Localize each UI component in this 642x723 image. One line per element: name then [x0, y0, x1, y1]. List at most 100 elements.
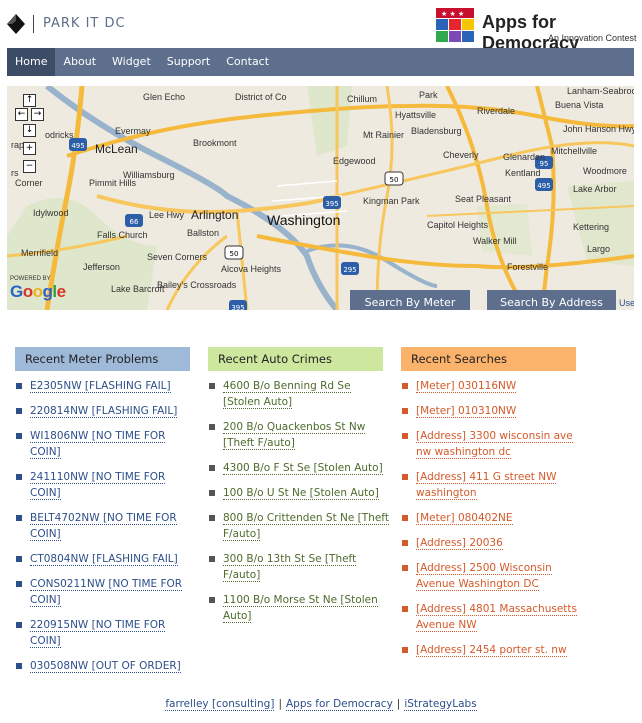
- map-label: Bailey's Crossroads: [157, 280, 237, 290]
- map-label: Washington: [267, 212, 341, 228]
- recent-auto-crimes-header: Recent Auto Crimes: [208, 347, 383, 371]
- footer-separator: |: [278, 698, 282, 710]
- nav-contact[interactable]: Contact: [218, 48, 277, 76]
- nav-widget[interactable]: Widget: [104, 48, 159, 76]
- list-item[interactable]: 200 B/o Quackenbos St Nw [Theft F/auto]: [209, 419, 389, 451]
- list-item[interactable]: [Address] 411 G street NW washington: [402, 469, 577, 501]
- map-label[interactable]: Use: [619, 298, 634, 308]
- map-label: odricks: [45, 130, 74, 140]
- map-label: Alcova Heights: [221, 264, 282, 274]
- shield-495-west: 495: [71, 142, 84, 150]
- site-title[interactable]: PARK IT DC: [43, 16, 126, 31]
- map-label: Cheverly: [443, 150, 479, 160]
- search-by-meter-button[interactable]: Search By Meter: [350, 290, 470, 310]
- pan-up-icon[interactable]: ↑: [23, 94, 36, 107]
- map-label: Kentland: [505, 168, 541, 178]
- list-item[interactable]: [Address] 2454 porter st. nw: [402, 642, 577, 658]
- list-item[interactable]: CONS0211NW [NO TIME FOR COIN]: [16, 576, 196, 608]
- map-label: Riverdale: [477, 106, 516, 116]
- list-item[interactable]: 800 B/o Crittenden St Ne [Theft F/auto]: [209, 510, 389, 542]
- list-item[interactable]: 1100 B/o Morse St Ne [Stolen Auto]: [209, 592, 389, 624]
- main-nav: Home About Widget Support Contact: [7, 48, 634, 76]
- map-label: Mt Rainier: [363, 130, 405, 140]
- map-label: Lee Hwy: [149, 210, 185, 220]
- list-item[interactable]: BELT4702NW [NO TIME FOR COIN]: [16, 510, 196, 542]
- map-label: Glen Echo: [143, 92, 186, 102]
- meter-problems-list: E2305NW [FLASHING FAIL] 220814NW [FLASHI…: [16, 378, 196, 683]
- apps-for-democracy-flag-icon: ★ ★ ★: [436, 8, 474, 42]
- list-item[interactable]: 4300 B/o F St Se [Stolen Auto]: [209, 460, 389, 476]
- list-item[interactable]: 220915NW [NO TIME FOR COIN]: [16, 617, 196, 649]
- svg-text:66: 66: [130, 218, 139, 226]
- sponsor-subtitle: An Innovation Contest: [548, 33, 637, 43]
- svg-text:395: 395: [231, 304, 244, 310]
- map-label: Park: [419, 90, 438, 100]
- map-label: Evermay: [115, 126, 151, 136]
- list-item[interactable]: [Meter] 030116NW: [402, 378, 577, 394]
- map-label: John Hanson Hwy: [563, 124, 634, 134]
- svg-text:395: 395: [325, 200, 338, 208]
- footer-separator: |: [396, 698, 401, 710]
- logo-divider: [33, 15, 34, 33]
- map-label: Bladensburg: [411, 126, 462, 136]
- list-item[interactable]: 100 B/o U St Ne [Stolen Auto]: [209, 485, 389, 501]
- map-label: Ballston: [187, 228, 220, 238]
- map-label: Seat Pleasant: [455, 194, 512, 204]
- map-label: Kingman Park: [363, 196, 420, 206]
- list-item[interactable]: 030508NW [OUT OF ORDER]: [16, 658, 196, 674]
- map-label: Woodmore: [583, 166, 627, 176]
- nav-support[interactable]: Support: [159, 48, 218, 76]
- zoom-in-icon[interactable]: +: [23, 142, 36, 155]
- map-view[interactable]: 495 66 50 395 50 295 395 95 495 Glen Ech…: [7, 86, 634, 310]
- search-by-address-button[interactable]: Search By Address: [487, 290, 616, 310]
- footer-link-farrelley[interactable]: farrelley [consulting]: [165, 698, 275, 711]
- list-item[interactable]: CT0804NW [FLASHING FAIL]: [16, 551, 196, 567]
- map-label: Lake Arbor: [573, 184, 617, 194]
- pan-right-icon[interactable]: →: [31, 108, 44, 121]
- google-attribution[interactable]: POWERED BY Google: [10, 276, 66, 302]
- zoom-out-icon[interactable]: −: [23, 160, 36, 173]
- map-label: Seven Corners: [147, 252, 208, 262]
- svg-text:50: 50: [230, 250, 239, 258]
- list-item[interactable]: WI1806NW [NO TIME FOR COIN]: [16, 428, 196, 460]
- list-item[interactable]: [Meter] 080402NE: [402, 510, 577, 526]
- list-item[interactable]: [Meter] 010310NW: [402, 403, 577, 419]
- list-item[interactable]: 241110NW [NO TIME FOR COIN]: [16, 469, 196, 501]
- auto-crimes-list: 4600 B/o Benning Rd Se [Stolen Auto] 200…: [209, 378, 389, 633]
- map-label: Walker Mill: [473, 236, 517, 246]
- map-label: Capitol Heights: [427, 220, 489, 230]
- recent-searches-header: Recent Searches: [401, 347, 576, 371]
- list-item[interactable]: [Address] 3300 wisconsin ave nw washingt…: [402, 428, 577, 460]
- footer-link-istrategylabs[interactable]: iStrategyLabs: [404, 698, 477, 711]
- footer-link-apps-for-democracy[interactable]: Apps for Democracy: [285, 698, 393, 711]
- map-label: Idylwood: [33, 208, 69, 218]
- list-item[interactable]: E2305NW [FLASHING FAIL]: [16, 378, 196, 394]
- map-label: Lanham-Seabrook: [567, 86, 634, 96]
- list-item[interactable]: [Address] 20036: [402, 535, 577, 551]
- svg-text:295: 295: [343, 266, 356, 274]
- map-label: Kettering: [573, 222, 610, 232]
- list-item[interactable]: [Address] 4801 Massachusetts Avenue NW: [402, 601, 577, 633]
- svg-text:50: 50: [390, 176, 399, 184]
- map-label: Williamsburg: [123, 170, 175, 180]
- map-label: Glenarden: [503, 152, 546, 162]
- list-item[interactable]: 300 B/o 13th St Se [Theft F/auto]: [209, 551, 389, 583]
- pan-down-icon[interactable]: ↓: [23, 124, 36, 137]
- pan-left-icon[interactable]: ←: [15, 108, 28, 121]
- list-item[interactable]: 220814NW [FLASHING FAIL]: [16, 403, 196, 419]
- list-item[interactable]: [Address] 2500 Wisconsin Avenue Washingt…: [402, 560, 577, 592]
- list-item[interactable]: 4600 B/o Benning Rd Se [Stolen Auto]: [209, 378, 389, 410]
- map-label: Buena Vista: [555, 100, 604, 110]
- map-label: District of Co: [235, 92, 287, 102]
- recent-searches-list: [Meter] 030116NW [Meter] 010310NW [Addre…: [402, 378, 577, 667]
- map-label: Arlington: [191, 208, 239, 222]
- map-label: Edgewood: [333, 156, 376, 166]
- map-label: Forestville: [507, 262, 549, 272]
- map-label: Merrifield: [21, 248, 59, 258]
- map-label: Jefferson: [83, 262, 120, 272]
- map-label: Largo: [587, 244, 611, 254]
- nav-home[interactable]: Home: [7, 48, 56, 76]
- map-tiles: 495 66 50 395 50 295 395 95 495: [7, 86, 634, 310]
- map-label: McLean: [95, 142, 138, 156]
- nav-about[interactable]: About: [55, 48, 104, 76]
